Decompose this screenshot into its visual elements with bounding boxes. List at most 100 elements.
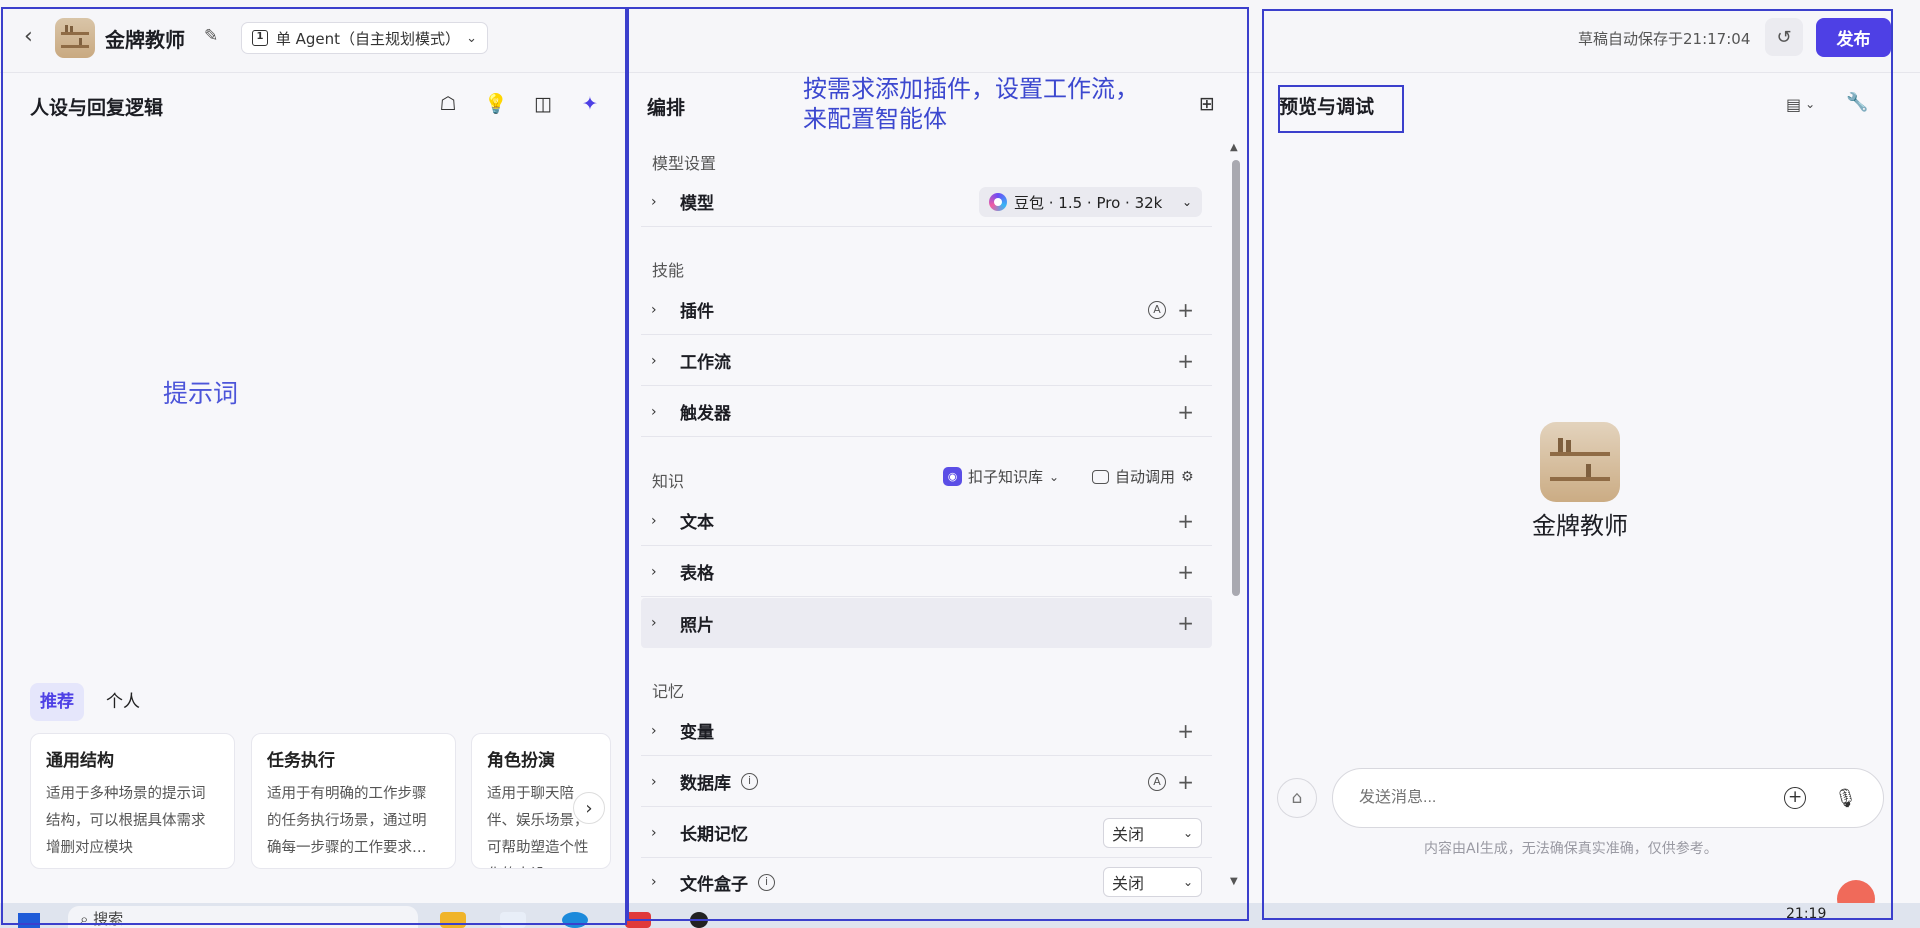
add-attachment-icon[interactable]: +	[1784, 787, 1807, 809]
publish-button[interactable]: 发布	[1816, 18, 1891, 57]
robot-icon	[1092, 469, 1109, 484]
card-desc: 适用于有明确的工作步骤的任务执行场景，通过明确每一步骤的工作要求…	[267, 786, 427, 856]
chevron-right-icon: ›	[651, 722, 657, 739]
chevron-right-icon: ›	[651, 773, 657, 790]
orchestration-title: 编排	[647, 97, 686, 119]
row-database[interactable]: › 数据库 i A +	[641, 757, 1212, 807]
chevron-down-icon: ⌄	[1182, 825, 1193, 840]
sparkle-icon[interactable]: ✦	[578, 92, 602, 116]
history-icon: ↺	[1776, 26, 1792, 48]
knowledge-source-select[interactable]: ◉ 扣子知识库 ⌄	[943, 466, 1059, 487]
row-label: 表格	[680, 564, 714, 584]
mic-icon[interactable]: 🎙	[1834, 788, 1857, 809]
plus-icon[interactable]: +	[1177, 349, 1194, 373]
bot-name: 金牌教师	[105, 28, 185, 52]
message-input[interactable]	[1359, 789, 1785, 807]
chevron-right-icon: ›	[651, 824, 657, 841]
prompt-annotation: 提示词	[163, 379, 239, 408]
clear-chat-button[interactable]: ⌂	[1277, 778, 1317, 818]
plus-icon[interactable]: +	[1177, 560, 1194, 584]
plus-icon[interactable]: +	[1177, 400, 1194, 424]
chevron-right-icon: ›	[651, 874, 657, 890]
chevron-right-icon: ›	[585, 797, 593, 819]
doubao-logo-icon	[989, 193, 1007, 211]
annotation-line: 来配置智能体	[803, 105, 947, 133]
info-icon[interactable]: i	[741, 773, 758, 790]
carousel-next-button[interactable]: ›	[573, 792, 605, 824]
card-title: 通用结构	[46, 751, 114, 771]
info-icon[interactable]: i	[758, 873, 775, 891]
back-icon[interactable]: ‹	[24, 26, 46, 48]
taskbar-search-label: 搜索	[93, 910, 124, 928]
agent-mode-select[interactable]: 1 单 Agent（自主规划模式） ⌄	[241, 22, 488, 54]
chevron-down-icon: ⌄	[1805, 97, 1816, 111]
scroll-down-arrow[interactable]: ▼	[1230, 876, 1238, 887]
scrollbar-thumb[interactable]	[1232, 160, 1240, 596]
windows-start-icon[interactable]	[18, 913, 40, 928]
row-text[interactable]: › 文本 +	[641, 496, 1212, 546]
card-title: 任务执行	[267, 751, 335, 771]
file-explorer-icon[interactable]	[440, 912, 466, 928]
scroll-up-arrow[interactable]: ▲	[1230, 142, 1238, 153]
chevron-down-icon: ⌄	[466, 30, 477, 46]
taskbar-search[interactable]: ⌕ 搜索	[68, 906, 418, 928]
chevron-right-icon: ›	[651, 563, 657, 580]
row-label: 文件盒子	[680, 874, 748, 895]
row-workflow[interactable]: › 工作流 +	[641, 336, 1212, 386]
plus-icon[interactable]: +	[1177, 611, 1194, 635]
taskbar-app-icon[interactable]	[690, 912, 708, 928]
auto-icon[interactable]: A	[1148, 300, 1166, 319]
model-select[interactable]: 豆包 · 1.5 · Pro · 32k ⌄	[979, 187, 1202, 217]
mode-label: 单 Agent（自主规划模式）	[275, 29, 461, 48]
plus-icon[interactable]: +	[1177, 719, 1194, 743]
chat-input-box: + 🎙	[1332, 768, 1884, 828]
model-value: 豆包 · 1.5 · Pro · 32k	[1014, 193, 1163, 212]
bulb-icon[interactable]: 💡	[484, 92, 508, 116]
persona-icon[interactable]: ☖	[436, 92, 460, 116]
auto-icon[interactable]: A	[1148, 772, 1166, 791]
split-icon[interactable]: ◫	[531, 92, 555, 116]
wrench-icon[interactable]: 🔧	[1846, 92, 1868, 113]
template-card-task[interactable]: 任务执行 适用于有明确的工作步骤的任务执行场景，通过明确每一步骤的工作要求…	[251, 733, 456, 869]
row-label: 变量	[680, 723, 714, 743]
save-status: 草稿自动保存于21:17:04	[1578, 30, 1751, 48]
document-icon: ▤	[1786, 94, 1802, 114]
row-label: 模型	[680, 194, 714, 214]
annotation-line: 按需求添加插件，设置工作流，	[803, 75, 1139, 103]
ai-disclaimer: 内容由AI生成，无法确保真实准确，仅供参考。	[1424, 841, 1718, 857]
plus-icon[interactable]: +	[1177, 509, 1194, 533]
edge-icon[interactable]	[562, 912, 588, 928]
history-button[interactable]: ↺	[1765, 18, 1803, 56]
debug-options-button[interactable]: ▤ ⌄	[1786, 92, 1826, 116]
select-value: 关闭	[1112, 874, 1145, 893]
row-variables[interactable]: › 变量 +	[641, 706, 1212, 756]
row-plugins[interactable]: › 插件 A +	[641, 285, 1212, 335]
chevron-down-icon: ⌄	[1181, 195, 1192, 209]
plus-icon[interactable]: +	[1177, 770, 1194, 794]
tab-recommended[interactable]: 推荐	[30, 683, 84, 721]
chevron-down-icon: ⌄	[1182, 875, 1193, 889]
file-box-select[interactable]: 关闭 ⌄	[1103, 867, 1202, 897]
settings-icon[interactable]: ⚙	[1181, 469, 1194, 485]
row-photo[interactable]: › 照片 +	[641, 598, 1212, 648]
row-trigger[interactable]: › 触发器 +	[641, 387, 1212, 437]
bot-avatar	[55, 18, 95, 58]
row-table[interactable]: › 表格 +	[641, 547, 1212, 597]
row-file-box[interactable]: › 文件盒子 i 关闭 ⌄	[641, 858, 1212, 906]
edit-icon[interactable]: ✎	[204, 26, 224, 46]
taskbar-app-icon[interactable]	[500, 912, 526, 928]
taskbar-app-icon[interactable]	[625, 912, 651, 928]
grid-icon[interactable]: ⊞	[1195, 92, 1219, 116]
orchestration-annotation: 按需求添加插件，设置工作流， 来配置智能体	[803, 74, 1139, 134]
long-term-memory-select[interactable]: 关闭 ⌄	[1103, 817, 1202, 848]
row-label: 长期记忆	[680, 825, 748, 845]
section-model: 模型设置	[652, 154, 717, 173]
tab-personal[interactable]: 个人	[106, 683, 140, 721]
template-card-general[interactable]: 通用结构 适用于多种场景的提示词结构，可以根据具体需求增删对应模块	[30, 733, 235, 869]
row-label: 照片	[680, 615, 714, 636]
plus-icon[interactable]: +	[1177, 298, 1194, 322]
row-long-term-memory[interactable]: › 长期记忆 关闭 ⌄	[641, 808, 1212, 858]
preview-avatar	[1540, 422, 1620, 502]
knowledge-mode-select[interactable]: 自动调用 ⚙	[1092, 466, 1194, 487]
card-title: 角色扮演	[487, 751, 555, 771]
